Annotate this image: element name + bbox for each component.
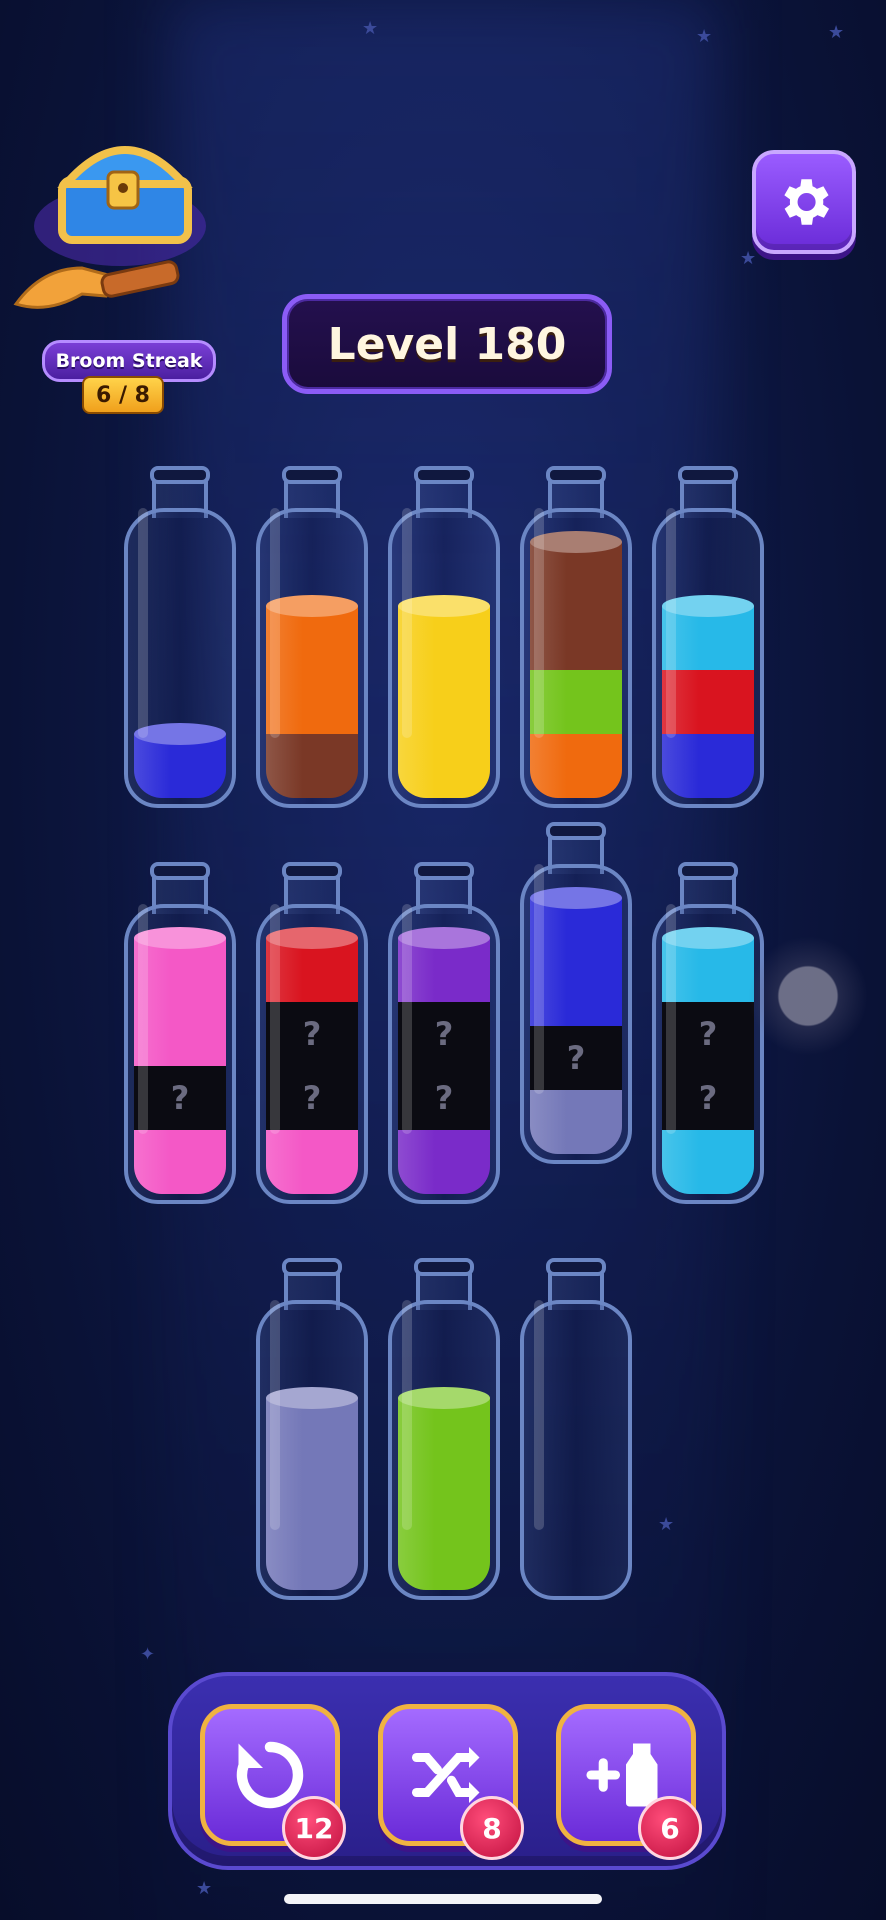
glass-shine xyxy=(534,508,544,738)
treasure-chest-icon xyxy=(13,146,206,309)
bottle[interactable] xyxy=(388,466,500,808)
broom-streak-widget[interactable]: Broom Streak 6 / 8 xyxy=(12,118,216,414)
bottle[interactable] xyxy=(388,1258,500,1600)
glass-shine xyxy=(138,904,148,1134)
shuffle-count-badge: 8 xyxy=(460,1796,524,1860)
glass-shine xyxy=(666,904,676,1134)
home-indicator xyxy=(284,1894,602,1904)
touch-indicator xyxy=(748,936,868,1056)
star-decoration: ★ xyxy=(658,1514,675,1535)
streak-count: 6 / 8 xyxy=(82,376,164,414)
level-label: Level 180 xyxy=(327,318,567,370)
star-decoration: ★ xyxy=(828,22,845,43)
glass-shine xyxy=(138,508,148,738)
bottle[interactable] xyxy=(256,1258,368,1600)
liquid-segment-purple xyxy=(398,1130,490,1194)
undo-count-badge: 12 xyxy=(282,1796,346,1860)
glass-shine xyxy=(666,508,676,738)
bottle[interactable] xyxy=(256,862,368,1204)
bottle[interactable] xyxy=(520,822,632,1164)
star-decoration: ★ xyxy=(362,18,379,39)
star-decoration: ★ xyxy=(196,1878,213,1899)
glass-shine xyxy=(270,508,280,738)
bottle[interactable] xyxy=(652,466,764,808)
star-decoration: ★ xyxy=(696,26,713,47)
star-decoration: ★ xyxy=(740,248,757,269)
bottle[interactable] xyxy=(124,862,236,1204)
bottle[interactable] xyxy=(124,466,236,808)
bottle[interactable] xyxy=(388,862,500,1204)
liquid-segment-pink xyxy=(134,1130,226,1194)
settings-button[interactable] xyxy=(752,150,856,254)
liquid-segment-lavender xyxy=(530,1090,622,1154)
bottle[interactable] xyxy=(652,862,764,1204)
liquid-segment-blue xyxy=(662,734,754,798)
liquid-segment-pink xyxy=(266,1130,358,1194)
glass-shine xyxy=(270,904,280,1134)
glass-shine xyxy=(534,1300,544,1530)
add-bottle-count-badge: 6 xyxy=(638,1796,702,1860)
bottle[interactable] xyxy=(520,466,632,808)
gear-icon xyxy=(784,179,830,225)
liquid-segment-cyan xyxy=(662,1130,754,1194)
glass-shine xyxy=(270,1300,280,1530)
liquid-segment-brown xyxy=(266,734,358,798)
level-indicator: Level 180 xyxy=(282,294,612,394)
glass-shine xyxy=(534,864,544,1094)
star-decoration: ✦ xyxy=(140,1644,156,1665)
glass-shine xyxy=(402,1300,412,1530)
glass-shine xyxy=(402,904,412,1134)
bottle[interactable] xyxy=(256,466,368,808)
bottle[interactable] xyxy=(520,1258,632,1600)
glass-shine xyxy=(402,508,412,738)
liquid-segment-orange xyxy=(530,734,622,798)
